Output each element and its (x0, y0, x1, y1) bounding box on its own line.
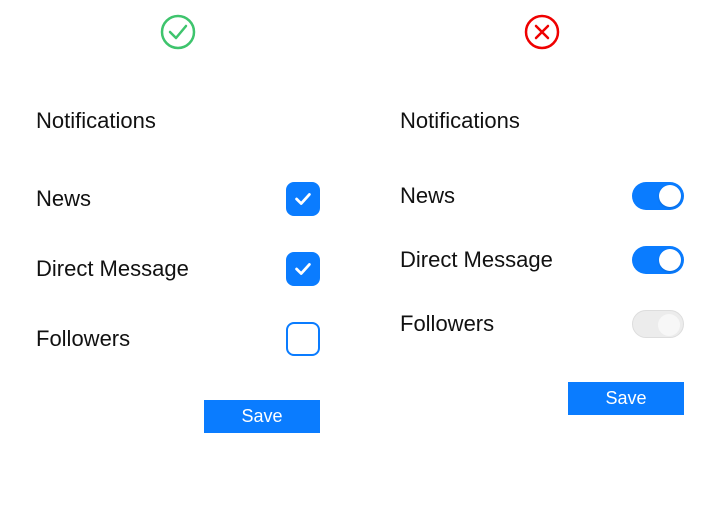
checkbox-news[interactable] (286, 182, 320, 216)
option-row: Direct Message (36, 252, 320, 286)
option-label: News (36, 186, 91, 212)
save-button[interactable]: Save (568, 382, 684, 415)
badge-wrap-bad (400, 14, 684, 50)
option-row: News (400, 182, 684, 210)
toggle-knob (659, 249, 681, 271)
checkbox-followers[interactable] (286, 322, 320, 356)
x-circle-icon (524, 14, 560, 50)
check-icon (292, 188, 314, 210)
checkmark-circle-icon (160, 14, 196, 50)
option-label: Followers (400, 311, 494, 337)
toggle-news[interactable] (632, 182, 684, 210)
option-row: Direct Message (400, 246, 684, 274)
section-heading: Notifications (36, 108, 320, 134)
option-row: Followers (36, 322, 320, 356)
save-button[interactable]: Save (204, 400, 320, 433)
toggle-knob (658, 314, 680, 336)
option-label: Direct Message (36, 256, 189, 282)
save-row: Save (400, 382, 684, 415)
checkbox-direct-message[interactable] (286, 252, 320, 286)
save-row: Save (36, 400, 320, 433)
option-label: Followers (36, 326, 130, 352)
panel-good: Notifications News Direct Message Follow… (36, 14, 320, 471)
toggle-knob (659, 185, 681, 207)
option-row: Followers (400, 310, 684, 338)
toggle-followers[interactable] (632, 310, 684, 338)
check-icon (292, 258, 314, 280)
option-label: Direct Message (400, 247, 553, 273)
option-label: News (400, 183, 455, 209)
panel-bad: Notifications News Direct Message Follow… (400, 14, 684, 471)
section-heading: Notifications (400, 108, 684, 134)
badge-wrap-good (36, 14, 320, 50)
option-row: News (36, 182, 320, 216)
toggle-direct-message[interactable] (632, 246, 684, 274)
